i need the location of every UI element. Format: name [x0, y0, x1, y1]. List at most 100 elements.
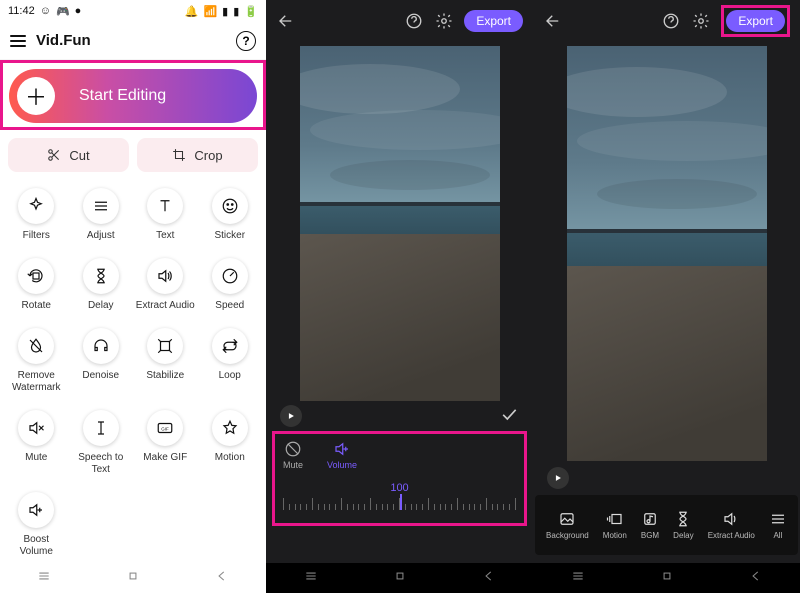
status-battery-icon: 🔋: [244, 5, 258, 18]
editor-header-mid: Export: [266, 0, 533, 42]
android-nav-right: [533, 563, 800, 593]
tool-remove-watermark[interactable]: Remove Watermark: [4, 322, 69, 400]
editor-toolbar: Background Motion BGM Delay Extract Audi…: [535, 495, 798, 555]
tool-stabilize[interactable]: Stabilize: [133, 322, 198, 400]
export-highlight: Export: [721, 5, 790, 37]
crop-button[interactable]: Crop: [137, 138, 258, 172]
nav-back[interactable]: [749, 569, 763, 588]
back-button-mid[interactable]: [276, 11, 296, 31]
toolbar-motion[interactable]: Motion: [603, 510, 627, 540]
settings-icon-mid[interactable]: [434, 11, 454, 31]
headphones-icon: [92, 337, 110, 355]
help-icon[interactable]: ?: [236, 31, 256, 51]
nav-home[interactable]: [393, 569, 407, 588]
adjust-icon: [92, 197, 110, 215]
hourglass-icon: [674, 510, 692, 528]
nav-recent[interactable]: [37, 569, 51, 588]
play-button-right[interactable]: [547, 467, 569, 489]
mute-tab[interactable]: Mute: [283, 440, 303, 470]
toolbar-background[interactable]: Background: [546, 510, 589, 540]
tool-boost-volume[interactable]: Boost Volume: [4, 486, 69, 564]
tool-make-gif[interactable]: GIFMake GIF: [133, 404, 198, 482]
loop-icon: [221, 337, 239, 355]
crop-label: Crop: [194, 148, 222, 163]
gif-icon: GIF: [156, 419, 174, 437]
toolbar-all[interactable]: All: [769, 510, 787, 540]
status-smile-icon: ☺: [40, 5, 51, 17]
tool-delay[interactable]: Delay: [69, 252, 134, 318]
scissors-icon: [47, 148, 61, 162]
volume-slider[interactable]: 100: [283, 486, 516, 516]
toolbar-bgm[interactable]: BGM: [641, 510, 659, 540]
motion-icon: [606, 510, 624, 528]
play-button-mid[interactable]: [280, 405, 302, 427]
tool-text[interactable]: Text: [133, 182, 198, 248]
start-editing-label: Start Editing: [79, 87, 166, 105]
cut-label: Cut: [69, 148, 89, 163]
cut-button[interactable]: Cut: [8, 138, 129, 172]
speaker-plus-icon: [27, 501, 45, 519]
sticker-icon: [221, 197, 239, 215]
nav-back[interactable]: [482, 569, 496, 588]
status-signal-icon: ▮: [222, 5, 228, 18]
plus-icon: ＋: [17, 77, 55, 115]
prohibit-icon: [284, 440, 302, 458]
mute-icon: [27, 419, 45, 437]
text-cursor-icon: [92, 419, 110, 437]
hourglass-icon: [92, 267, 110, 285]
volume-tabs: Mute Volume: [283, 440, 516, 470]
image-icon: [558, 510, 576, 528]
help-icon-right[interactable]: [661, 11, 681, 31]
confirm-button-mid[interactable]: [499, 404, 519, 429]
volume-value: 100: [390, 482, 408, 494]
tool-sticker[interactable]: Sticker: [198, 182, 263, 248]
tool-loop[interactable]: Loop: [198, 322, 263, 400]
rotate-icon: [27, 267, 45, 285]
android-nav-left: [0, 563, 266, 593]
tool-speed[interactable]: Speed: [198, 252, 263, 318]
nav-recent[interactable]: [304, 569, 318, 588]
nav-home[interactable]: [126, 569, 140, 588]
volume-tab[interactable]: Volume: [327, 440, 357, 470]
music-icon: [641, 510, 659, 528]
nav-recent[interactable]: [571, 569, 585, 588]
nav-back[interactable]: [215, 569, 229, 588]
status-wifi-icon: 📶: [203, 5, 217, 18]
video-preview-mid[interactable]: [300, 46, 500, 401]
export-button-right[interactable]: Export: [726, 10, 785, 32]
quick-actions: Cut Crop: [0, 130, 266, 176]
app-title: Vid.Fun: [36, 32, 91, 49]
app-header: Vid.Fun ?: [0, 22, 266, 60]
preview-controls-mid: [266, 401, 533, 431]
editor-panel-main: Export Background Motion BGM Delay Extra…: [533, 0, 800, 593]
video-preview-right[interactable]: [567, 46, 767, 461]
settings-icon-right[interactable]: [691, 11, 711, 31]
menu-button[interactable]: [10, 35, 26, 47]
start-editing-button[interactable]: ＋ Start Editing: [9, 69, 257, 123]
home-panel: 11:42 ☺ 🎮 ● 🔔 📶 ▮ ▮ 🔋 Vid.Fun ? ＋ Start …: [0, 0, 266, 593]
svg-text:GIF: GIF: [162, 426, 170, 431]
tool-denoise[interactable]: Denoise: [69, 322, 134, 400]
tool-extract-audio[interactable]: Extract Audio: [133, 252, 198, 318]
export-button-mid[interactable]: Export: [464, 10, 523, 32]
editor-header-right: Export: [533, 0, 800, 42]
speaker-plus-icon: [333, 440, 351, 458]
filters-icon: [27, 197, 45, 215]
toolbar-delay[interactable]: Delay: [673, 510, 693, 540]
stabilize-icon: [156, 337, 174, 355]
star-icon: [221, 419, 239, 437]
text-icon: [156, 197, 174, 215]
help-icon-mid[interactable]: [404, 11, 424, 31]
tool-adjust[interactable]: Adjust: [69, 182, 134, 248]
status-dot-icon: ●: [75, 5, 82, 17]
back-button-right[interactable]: [543, 11, 563, 31]
tool-rotate[interactable]: Rotate: [4, 252, 69, 318]
nav-home[interactable]: [660, 569, 674, 588]
tool-mute[interactable]: Mute: [4, 404, 69, 482]
status-bar: 11:42 ☺ 🎮 ● 🔔 📶 ▮ ▮ 🔋: [0, 0, 266, 22]
tool-filters[interactable]: Filters: [4, 182, 69, 248]
android-nav-mid: [266, 563, 533, 593]
toolbar-extract-audio[interactable]: Extract Audio: [708, 510, 755, 540]
tool-speech-to-text[interactable]: Speech to Text: [69, 404, 134, 482]
tool-motion[interactable]: Motion: [198, 404, 263, 482]
